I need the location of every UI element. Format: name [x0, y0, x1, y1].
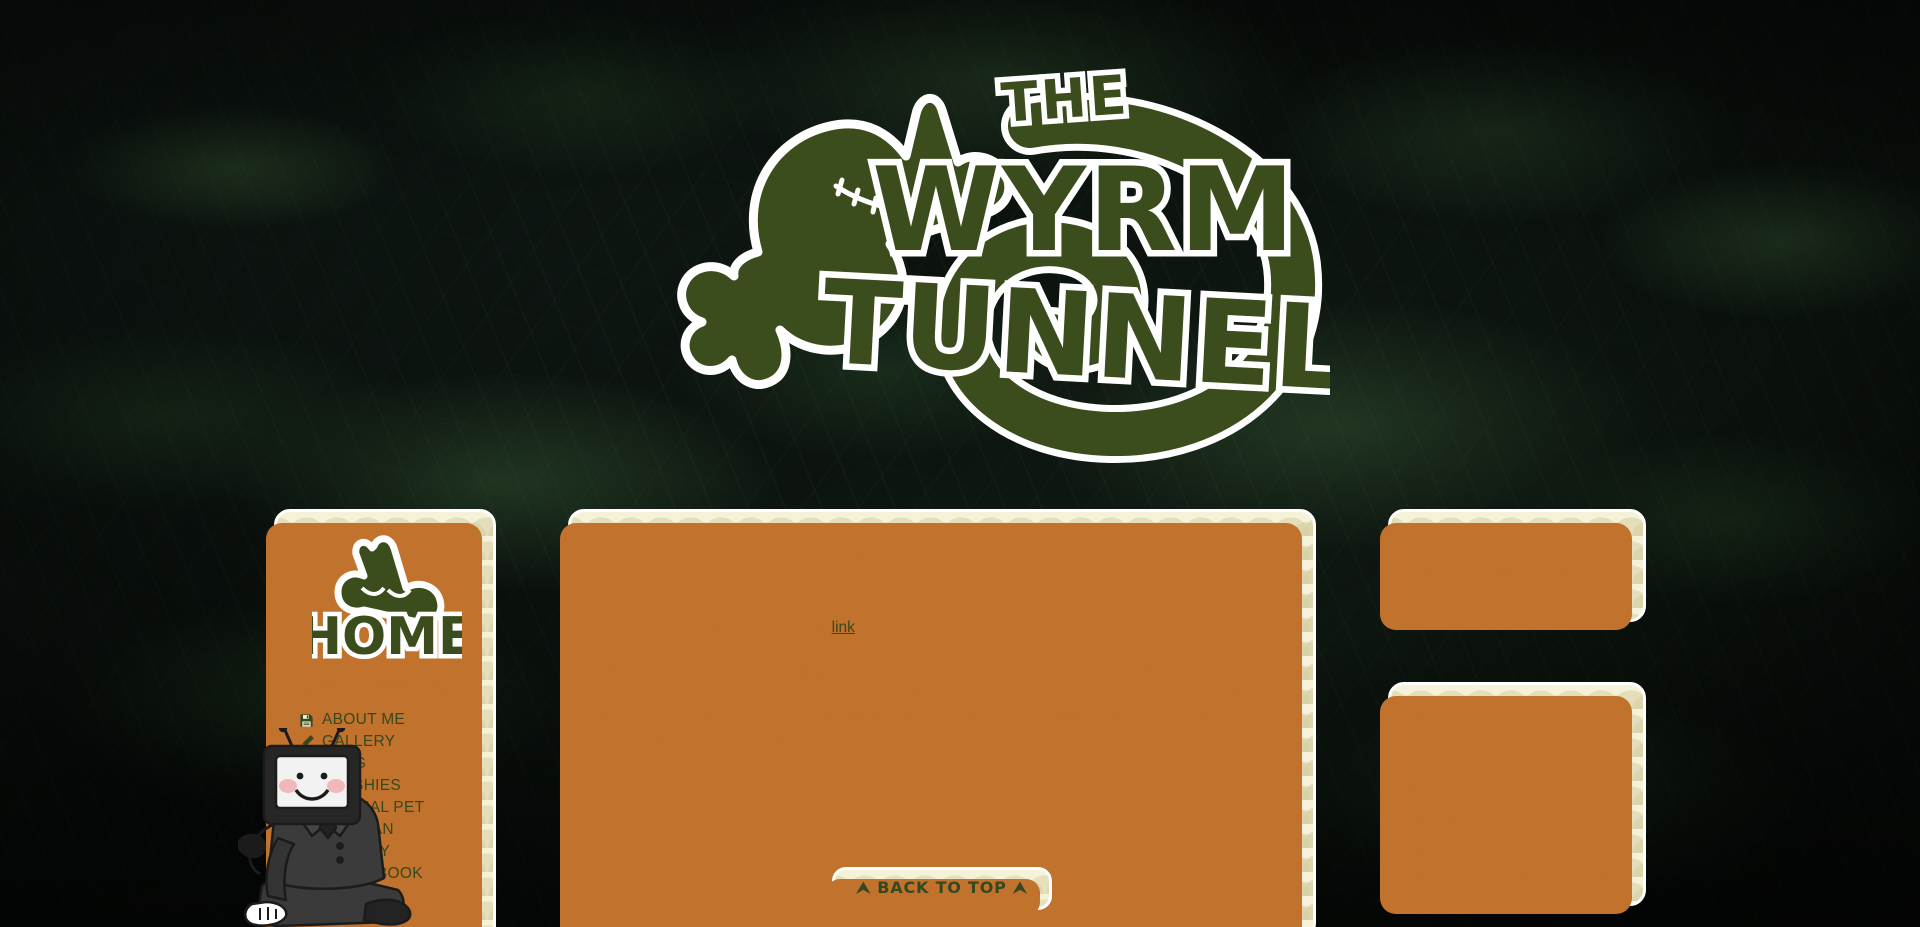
home-badge-icon: HOME [312, 535, 462, 665]
formatting-sample: ABC 123 bold italic strikethrough link [599, 617, 1285, 639]
bookmark-icon [302, 845, 311, 859]
sidebar-item-yes-man[interactable]: YES MAN [293, 819, 481, 841]
sidebar-item-library[interactable]: LIBRARY [293, 841, 481, 863]
site-header: THE WYRM TUNNEL [0, 0, 1920, 500]
book-icon [300, 867, 313, 881]
main-column: Hello world! ABC 123 bold italic striket… [560, 509, 1316, 927]
sample-bold: bold [665, 619, 699, 636]
pencil-icon [300, 734, 314, 748]
back-to-top-label: BACK TO TOP [877, 878, 1007, 897]
sidebar-item-gallery[interactable]: GALLERY [293, 731, 481, 753]
book-open-icon [299, 758, 314, 770]
neighbors-line-3: alternatively, here are some other sites… [1411, 847, 1626, 883]
navigation-list: ABOUT ME GALLERY BLOG PLUSHIES VIRTUAL P… [293, 709, 481, 885]
changelog-body: changelog w little scrollbar somehow [1411, 563, 1582, 599]
sidebar-item-label: YES MAN [322, 821, 394, 838]
sidebar-item-plushies[interactable]: PLUSHIES [293, 775, 481, 797]
sidebar-item-label: GUESTBOOK [322, 865, 423, 882]
sidebar-item-virtual-pet[interactable]: VIRTUAL PET [293, 797, 481, 819]
sidebar-item-label: ABOUT ME [322, 711, 406, 728]
sample-italic: italic [702, 619, 734, 636]
sample-strikethrough: strikethrough [737, 619, 828, 636]
neighbors-line-1: feel free to visit some friends of the l… [1411, 759, 1612, 795]
sidebar-item-label: LIBRARY [322, 843, 391, 860]
sidebar-item-about-me[interactable]: ABOUT ME [293, 709, 481, 731]
floppy-disk-icon [300, 713, 313, 727]
neighbors-line-2: site buttons here [1411, 813, 1519, 830]
back-to-top-button[interactable]: ⮝ BACK TO TOP ⮝ [825, 867, 1053, 916]
changelog-card: CHANGELOG changelog w little scrollbar s… [1380, 509, 1646, 630]
home-badge-label: HOME [312, 607, 462, 665]
home-badge[interactable]: HOME [293, 526, 481, 671]
sidebar-item-blog[interactable]: BLOG [293, 753, 481, 775]
post-paragraph: The Multislacker is a Sellbot Manager Bo… [599, 663, 1284, 746]
logo-word-the: THE [994, 58, 1137, 141]
navigation-heading: NAVIGATION: [299, 677, 459, 701]
page-layout: HOME NAVIGATION: ABOUT ME GALLERY BLOG P… [0, 500, 1920, 927]
sidebar-item-label: BLOG [322, 755, 367, 772]
svg-text:TUNNEL: TUNNEL [819, 255, 1330, 417]
sample-link[interactable]: link [832, 619, 855, 636]
sidebar-item-label: GALLERY [322, 733, 396, 750]
changelog-title: CHANGELOG [1411, 528, 1554, 552]
right-sidebar: CHANGELOG changelog w little scrollbar s… [1380, 509, 1646, 927]
site-logo[interactable]: THE WYRM TUNNEL [590, 30, 1330, 470]
logo-word-wyrm: WYRM [866, 137, 1302, 285]
svg-text:WYRM: WYRM [872, 143, 1297, 278]
heart-icon [299, 779, 314, 792]
left-sidebar: HOME NAVIGATION: ABOUT ME GALLERY BLOG P… [266, 509, 496, 927]
svg-text:THE: THE [999, 63, 1131, 135]
sidebar-item-label: VIRTUAL PET [322, 799, 425, 816]
gear-icon [299, 823, 314, 837]
sample-plain: ABC 123 [599, 619, 666, 636]
neighboring-caverns-card: NEIGHBORING CAVERNS feel free to visit s… [1380, 681, 1646, 915]
sidebar-item-label: PLUSHIES [322, 777, 402, 794]
navigation-card: HOME NAVIGATION: ABOUT ME GALLERY BLOG P… [266, 509, 496, 927]
page-title: Hello world! [599, 542, 893, 591]
sidebar-item-guestbook[interactable]: GUESTBOOK [293, 863, 481, 885]
logo-word-tunnel: TUNNEL [813, 249, 1330, 424]
main-content-card: Hello world! ABC 123 bold italic striket… [560, 509, 1316, 927]
chevron-up-left-icon: ⮝ [856, 878, 871, 897]
paw-icon [300, 801, 314, 814]
neighboring-caverns-title: NEIGHBORING CAVERNS [1411, 700, 1575, 749]
back-to-top-wrapper: ⮝ BACK TO TOP ⮝ [599, 867, 1285, 916]
chevron-up-right-icon: ⮝ [1013, 878, 1028, 897]
